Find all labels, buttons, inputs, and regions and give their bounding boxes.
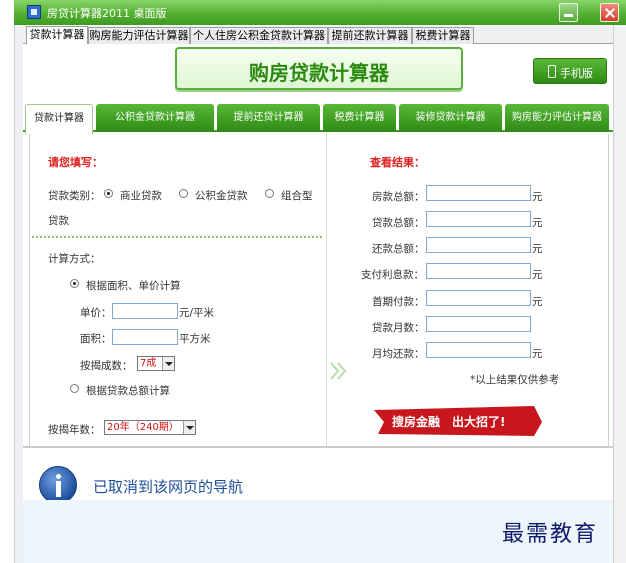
mobile-version-label: 手机版: [560, 67, 593, 80]
radio-provident[interactable]: [179, 189, 188, 198]
radio-method-total[interactable]: [70, 384, 79, 393]
unit-price-unit: 元/平米: [179, 307, 215, 319]
mortgage-years-label: 按揭年数：: [48, 424, 101, 436]
radio-method-total-label: 根据贷款总额计算: [86, 385, 170, 397]
tab-tax[interactable]: 税费计算器: [323, 104, 396, 132]
calculator-panel: 购房贷款计算器 手机版 贷款计算器 公积金贷款计算器 提前还贷计算器 税费计算器…: [23, 44, 613, 446]
result-label-loan-months: 贷款月数：: [372, 322, 425, 334]
result-label-monthly: 月均还款：: [372, 348, 425, 360]
result-interest[interactable]: [426, 263, 531, 279]
watermark: 最需教育: [502, 522, 599, 547]
info-icon: [39, 466, 77, 504]
tab-prepayment[interactable]: 提前还贷计算器: [217, 104, 320, 132]
result-unit-monthly: 元: [532, 348, 543, 360]
top-tab-tax[interactable]: 税费计算器: [412, 27, 474, 44]
result-loan-months[interactable]: [426, 316, 531, 332]
result-house-total[interactable]: [426, 185, 531, 201]
input-heading: 请您填写：: [48, 156, 103, 169]
dotted-separator: [32, 236, 322, 238]
column-divider: [326, 134, 327, 446]
top-tab-loan[interactable]: 贷款计算器: [26, 26, 88, 44]
close-button[interactable]: [600, 3, 619, 22]
window-title: 房贷计算器2011 桌面版: [47, 7, 167, 20]
result-heading: 查看结果：: [370, 156, 425, 169]
app-icon: [27, 5, 41, 19]
result-unit-down-payment: 元: [532, 296, 543, 308]
mortgage-years-value: 20年（240期）: [107, 422, 179, 433]
result-unit-repay-total: 元: [532, 243, 543, 255]
radio-combined-label: 组合型: [281, 190, 313, 202]
top-tab-provident-fund[interactable]: 个人住房公积金贷款计算器: [190, 27, 328, 44]
mortgage-ratio-select[interactable]: 7成: [137, 356, 175, 371]
result-unit-interest: 元: [532, 269, 543, 281]
form-body: 请您填写： 贷款类别： 商业贷款 公积金贷款 组合型 贷款 计算方式： 根据面积…: [29, 134, 609, 446]
calculator-tabs: 贷款计算器 公积金贷款计算器 提前还贷计算器 税费计算器 装修贷款计算器 购房能…: [23, 104, 613, 134]
unit-price-input[interactable]: [112, 303, 178, 319]
tab-renovation[interactable]: 装修贷款计算器: [399, 104, 502, 132]
radio-method-area-label: 根据面积、单价计算: [86, 280, 181, 292]
tab-provident-fund[interactable]: 公积金贷款计算器: [96, 104, 214, 132]
minimize-button[interactable]: [559, 3, 578, 22]
mortgage-ratio-label: 按揭成数：: [80, 360, 133, 372]
info-icon-bar: [56, 481, 61, 497]
result-monthly[interactable]: [426, 342, 531, 358]
result-label-interest: 支付利息款：: [361, 269, 424, 281]
radio-method-area[interactable]: [70, 279, 79, 288]
promo-text: 搜房金融 出大招了!: [392, 415, 506, 429]
calc-method-label: 计算方式：: [48, 253, 101, 265]
mobile-version-button[interactable]: 手机版: [533, 58, 607, 84]
radio-commercial-label: 商业贷款: [120, 190, 162, 202]
mortgage-years-select[interactable]: 20年（240期）: [104, 420, 196, 435]
radio-commercial[interactable]: [104, 189, 113, 198]
result-label-repay-total: 还款总额：: [372, 243, 425, 255]
result-unit-house-total: 元: [532, 191, 543, 203]
top-tab-strip: 贷款计算器 购房能力评估计算器 个人住房公积金贷款计算器 提前还款计算器 税费计…: [23, 26, 613, 44]
window-frame-left: [14, 25, 23, 563]
window-frame-right: [613, 25, 626, 563]
page-banner: 购房贷款计算器: [175, 47, 463, 90]
area-label: 面积：: [80, 333, 112, 345]
double-chevron-right-icon: [330, 362, 347, 380]
chevron-down-icon: [183, 421, 195, 434]
result-unit-loan-total: 元: [532, 217, 543, 229]
navigation-canceled-message: 已取消到该网页的导航: [93, 478, 244, 496]
phone-icon: [548, 65, 556, 78]
area-unit: 平方米: [179, 333, 211, 345]
chevron-down-icon: [162, 357, 174, 370]
top-tab-prepayment[interactable]: 提前还款计算器: [328, 27, 412, 44]
result-label-house-total: 房款总额：: [372, 191, 425, 203]
radio-provident-label: 公积金贷款: [195, 190, 248, 202]
area-input[interactable]: [112, 329, 178, 345]
tab-affordability[interactable]: 购房能力评估计算器: [505, 104, 609, 132]
loan-type-label: 贷款类别：: [48, 190, 101, 202]
result-label-loan-total: 贷款总额：: [372, 217, 425, 229]
top-tab-affordability[interactable]: 购房能力评估计算器: [88, 27, 190, 44]
result-note: *以上结果仅供参考: [470, 374, 560, 386]
radio-combined[interactable]: [265, 189, 274, 198]
result-repay-total[interactable]: [426, 237, 531, 253]
tab-loan[interactable]: 贷款计算器: [25, 104, 93, 134]
mortgage-ratio-value: 7成: [140, 358, 157, 369]
result-down-payment[interactable]: [426, 290, 531, 306]
title-bar: 房贷计算器2011 桌面版: [14, 0, 626, 25]
info-icon-dot: [56, 474, 61, 479]
result-label-down-payment: 首期付款：: [372, 296, 425, 308]
navigation-error-bar: 已取消到该网页的导航: [23, 446, 613, 504]
page-title: 购房贷款计算器: [249, 61, 389, 85]
unit-price-label: 单价：: [80, 307, 112, 319]
loan-type-wrap: 贷款: [48, 215, 69, 227]
result-loan-total[interactable]: [426, 211, 531, 227]
